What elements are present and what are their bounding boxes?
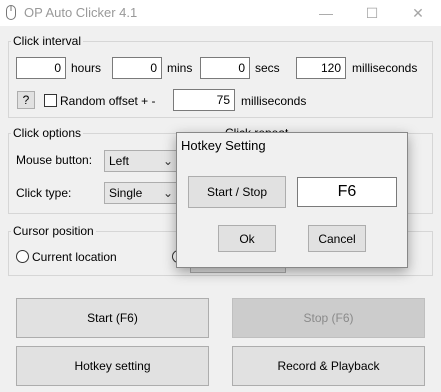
mins-input[interactable]: 0 bbox=[112, 57, 162, 79]
chevron-down-icon: ⌄ bbox=[163, 186, 174, 200]
chevron-down-icon: ⌄ bbox=[163, 154, 174, 168]
click-type-select[interactable]: Single ⌄ bbox=[104, 182, 180, 204]
cursor-position-legend: Cursor position bbox=[13, 224, 94, 238]
window-title: OP Auto Clicker 4.1 bbox=[24, 5, 138, 20]
milliseconds-label: milliseconds bbox=[352, 61, 418, 75]
hours-label: hours bbox=[71, 61, 102, 75]
title-bar: OP Auto Clicker 4.1 — ☐ ✕ bbox=[0, 0, 441, 26]
random-offset-label: Random offset + - bbox=[60, 94, 156, 108]
hotkey-setting-button[interactable]: Hotkey setting bbox=[16, 346, 209, 386]
click-interval-legend: Click interval bbox=[13, 34, 82, 48]
click-options-legend: Click options bbox=[13, 126, 82, 140]
help-button[interactable]: ? bbox=[17, 91, 35, 109]
click-type-label: Click type: bbox=[16, 186, 72, 200]
milliseconds-input[interactable]: 120 bbox=[296, 57, 346, 79]
minimize-button[interactable]: — bbox=[303, 0, 349, 26]
start-button[interactable]: Start (F6) bbox=[16, 298, 209, 338]
start-stop-button[interactable]: Start / Stop bbox=[188, 176, 286, 208]
current-location-radio[interactable] bbox=[16, 250, 29, 263]
mins-label: mins bbox=[167, 61, 193, 75]
dialog-title: Hotkey Setting bbox=[181, 138, 266, 153]
current-location-label: Current location bbox=[32, 250, 117, 264]
secs-label: secs bbox=[255, 61, 280, 75]
stop-button[interactable]: Stop (F6) bbox=[232, 298, 425, 338]
mouse-button-label: Mouse button: bbox=[16, 153, 93, 167]
ok-button[interactable]: Ok bbox=[218, 225, 276, 252]
hotkey-field[interactable]: F6 bbox=[297, 177, 397, 207]
cancel-button[interactable]: Cancel bbox=[308, 225, 366, 252]
record-playback-button[interactable]: Record & Playback bbox=[232, 346, 425, 386]
hours-input[interactable]: 0 bbox=[16, 57, 66, 79]
mouse-icon bbox=[6, 5, 16, 20]
hotkey-dialog: Hotkey Setting Start / Stop F6 Ok Cancel bbox=[176, 132, 408, 268]
random-offset-input[interactable]: 75 bbox=[173, 89, 235, 111]
maximize-button[interactable]: ☐ bbox=[349, 0, 395, 26]
close-button[interactable]: ✕ bbox=[395, 0, 441, 26]
click-type-value: Single bbox=[109, 186, 143, 200]
mouse-button-value: Left bbox=[109, 154, 130, 168]
random-offset-checkbox[interactable] bbox=[44, 94, 57, 107]
random-offset-unit: milliseconds bbox=[241, 94, 307, 108]
secs-input[interactable]: 0 bbox=[200, 57, 250, 79]
mouse-button-select[interactable]: Left ⌄ bbox=[104, 150, 180, 172]
